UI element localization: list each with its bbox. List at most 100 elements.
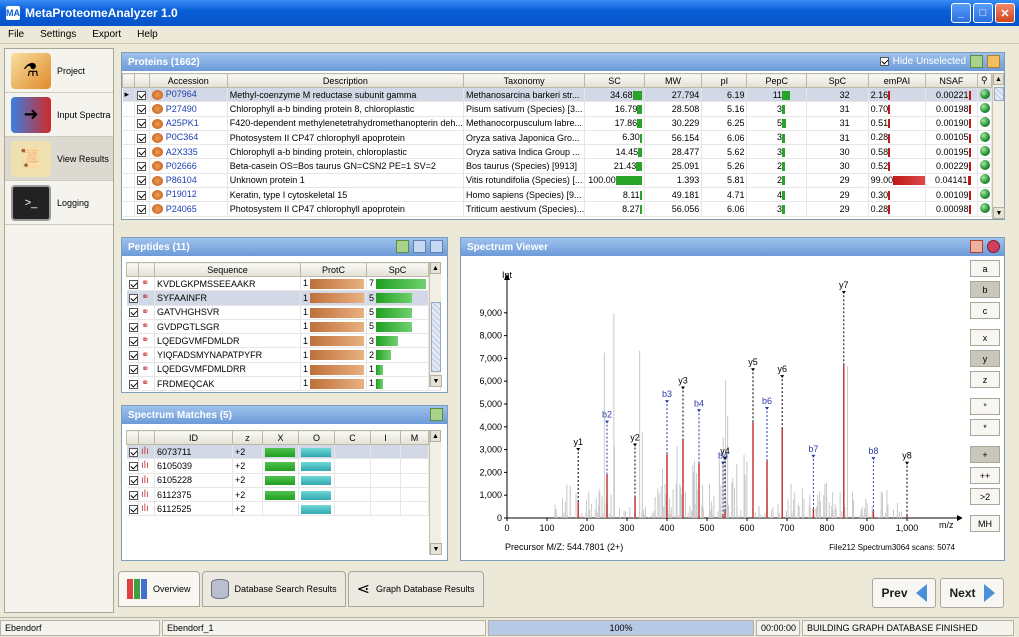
- col-spc[interactable]: SpC: [806, 73, 869, 88]
- col-z[interactable]: z: [232, 430, 263, 445]
- col-sc[interactable]: SC: [584, 73, 645, 88]
- row-checkbox-cell[interactable]: [134, 158, 150, 174]
- row-checkbox[interactable]: [128, 308, 138, 318]
- scroll-up-icon[interactable]: ▲: [430, 262, 441, 274]
- row-checkbox[interactable]: [128, 504, 138, 514]
- ion-button-6[interactable]: °: [970, 398, 1000, 415]
- row-checkbox-cell[interactable]: [126, 333, 139, 349]
- col-i[interactable]: I: [370, 430, 401, 445]
- table-row[interactable]: ⚭ GATVHGHSVR 1 5: [126, 305, 441, 320]
- table-row[interactable]: P19012 Keratin, type I cytoskeletal 15 Hom…: [122, 187, 993, 203]
- row-checkbox[interactable]: [128, 379, 138, 389]
- table-row[interactable]: ⚭ YIQFADSMYNAPATPYFR 1 2: [126, 347, 441, 363]
- row-checkbox-cell[interactable]: [134, 173, 150, 189]
- row-checkbox-cell[interactable]: [126, 347, 139, 363]
- row-checkbox-cell[interactable]: [134, 116, 150, 131]
- web-link-cell[interactable]: [977, 144, 993, 160]
- globe-icon[interactable]: [979, 131, 990, 142]
- col-x[interactable]: X: [262, 430, 299, 445]
- scroll-up-icon[interactable]: ▲: [993, 73, 1004, 85]
- table-row[interactable]: ⚭ KVDLGKPMSSEEAAKR 1 7: [126, 276, 441, 292]
- ion-button-1[interactable]: b: [970, 281, 1000, 298]
- row-checkbox-cell[interactable]: [126, 444, 139, 460]
- accession-cell[interactable]: A25PK1: [149, 116, 228, 131]
- nav-logging[interactable]: >_ Logging: [5, 181, 113, 225]
- table-row[interactable]: ⚭ LQEDGVMFDMLDR 1 3: [126, 333, 441, 349]
- ion-button-7[interactable]: *: [970, 419, 1000, 436]
- row-checkbox-cell[interactable]: [134, 130, 150, 146]
- peptides-scrollbar[interactable]: ▲ ▼: [429, 262, 442, 387]
- col-pepc[interactable]: PepC: [746, 73, 808, 88]
- tab-graph-database-results[interactable]: ⋖ Graph Database Results: [347, 571, 484, 607]
- row-checkbox[interactable]: [137, 176, 147, 186]
- table-row[interactable]: ⚭ LQEDGVMFDMLDRR 1 1: [126, 362, 441, 378]
- proteins-scrollbar[interactable]: ▲ ▼: [992, 73, 1005, 219]
- row-checkbox-cell[interactable]: [126, 501, 139, 517]
- col-taxonomy[interactable]: Taxonomy: [462, 73, 586, 88]
- row-checkbox-cell[interactable]: [126, 458, 139, 474]
- globe-icon[interactable]: [979, 88, 990, 99]
- menu-export[interactable]: Export: [84, 29, 129, 40]
- table-row[interactable]: ılı 6073711 +2: [126, 444, 441, 460]
- row-checkbox-cell[interactable]: [126, 473, 139, 488]
- globe-icon[interactable]: [979, 117, 990, 128]
- matches-scrollbar[interactable]: ▲ ▼: [429, 430, 442, 555]
- row-checkbox[interactable]: [128, 490, 138, 500]
- table-row[interactable]: A25PK1 F420-dependent methylenetetrahydro…: [122, 116, 993, 131]
- ion-button-5[interactable]: z: [970, 371, 1000, 388]
- ion-button-10[interactable]: >2: [970, 488, 1000, 505]
- table-row[interactable]: P27490 Chlorophyll a-b binding protein 8,…: [122, 101, 993, 117]
- scroll-thumb[interactable]: [994, 87, 1004, 101]
- web-link-cell[interactable]: [977, 101, 993, 117]
- row-checkbox[interactable]: [128, 336, 138, 346]
- accession-cell[interactable]: P19012: [149, 187, 228, 203]
- row-checkbox-cell[interactable]: [126, 376, 139, 392]
- web-link-cell[interactable]: [977, 187, 993, 203]
- globe-icon[interactable]: [979, 174, 990, 185]
- row-checkbox-cell[interactable]: [126, 362, 139, 378]
- col-protc[interactable]: ProtC: [300, 262, 367, 277]
- row-checkbox-cell[interactable]: [134, 187, 150, 203]
- col-web-icon[interactable]: ⚲: [976, 73, 993, 88]
- row-checkbox[interactable]: [128, 294, 138, 303]
- scroll-down-icon[interactable]: ▼: [430, 375, 442, 387]
- row-checkbox[interactable]: [128, 365, 138, 375]
- row-checkbox-cell[interactable]: [134, 87, 150, 103]
- row-checkbox[interactable]: [137, 147, 147, 157]
- table-row[interactable]: P24065 Photosystem II CP47 chlorophyll ap…: [122, 201, 993, 217]
- col-o[interactable]: O: [298, 430, 335, 445]
- nav-project[interactable]: ⚗ Project: [5, 49, 113, 93]
- row-checkbox[interactable]: [128, 351, 138, 361]
- ion-button-3[interactable]: x: [970, 329, 1000, 346]
- spectrum-chart[interactable]: Int m/z Precursor M/Z: 544.7801 (2+) Fil…: [467, 260, 962, 558]
- row-checkbox[interactable]: [137, 90, 147, 100]
- row-checkbox[interactable]: [137, 205, 147, 215]
- col-pi[interactable]: pI: [701, 73, 748, 88]
- ion-button-9[interactable]: ++: [970, 467, 1000, 484]
- col-c[interactable]: C: [334, 430, 371, 445]
- accession-cell[interactable]: P07964: [149, 87, 228, 103]
- ion-button-8[interactable]: +: [970, 446, 1000, 463]
- maximize-button[interactable]: □: [973, 3, 993, 23]
- globe-icon[interactable]: [979, 203, 990, 214]
- hierarchy-icon[interactable]: [987, 55, 1000, 68]
- row-checkbox[interactable]: [137, 105, 147, 114]
- table-row[interactable]: ▸ P07964 Methyl-coenzyme M reductase subun…: [122, 87, 993, 103]
- scroll-up-icon[interactable]: ▲: [430, 430, 441, 442]
- row-checkbox-cell[interactable]: [134, 144, 150, 160]
- col-m[interactable]: M: [400, 430, 429, 445]
- tab-database-search-results[interactable]: Database Search Results: [201, 571, 346, 607]
- grid-view-icon[interactable]: [413, 240, 426, 253]
- col-accession[interactable]: Accession: [148, 73, 228, 88]
- col-empai[interactable]: emPAI: [867, 73, 927, 88]
- table-row[interactable]: A2X335 Chlorophyll a-b binding protein, c…: [122, 144, 993, 160]
- web-link-cell[interactable]: [977, 201, 993, 217]
- row-checkbox-cell[interactable]: [126, 305, 139, 320]
- web-link-cell[interactable]: [977, 130, 993, 146]
- globe-icon[interactable]: [979, 188, 990, 199]
- table-row[interactable]: ⚭ GVDPGTLSGR 1 5: [126, 319, 441, 335]
- scroll-thumb[interactable]: [431, 302, 441, 372]
- scroll-down-icon[interactable]: ▼: [430, 543, 442, 555]
- menu-help[interactable]: Help: [129, 29, 166, 40]
- col-mw[interactable]: MW: [643, 73, 703, 88]
